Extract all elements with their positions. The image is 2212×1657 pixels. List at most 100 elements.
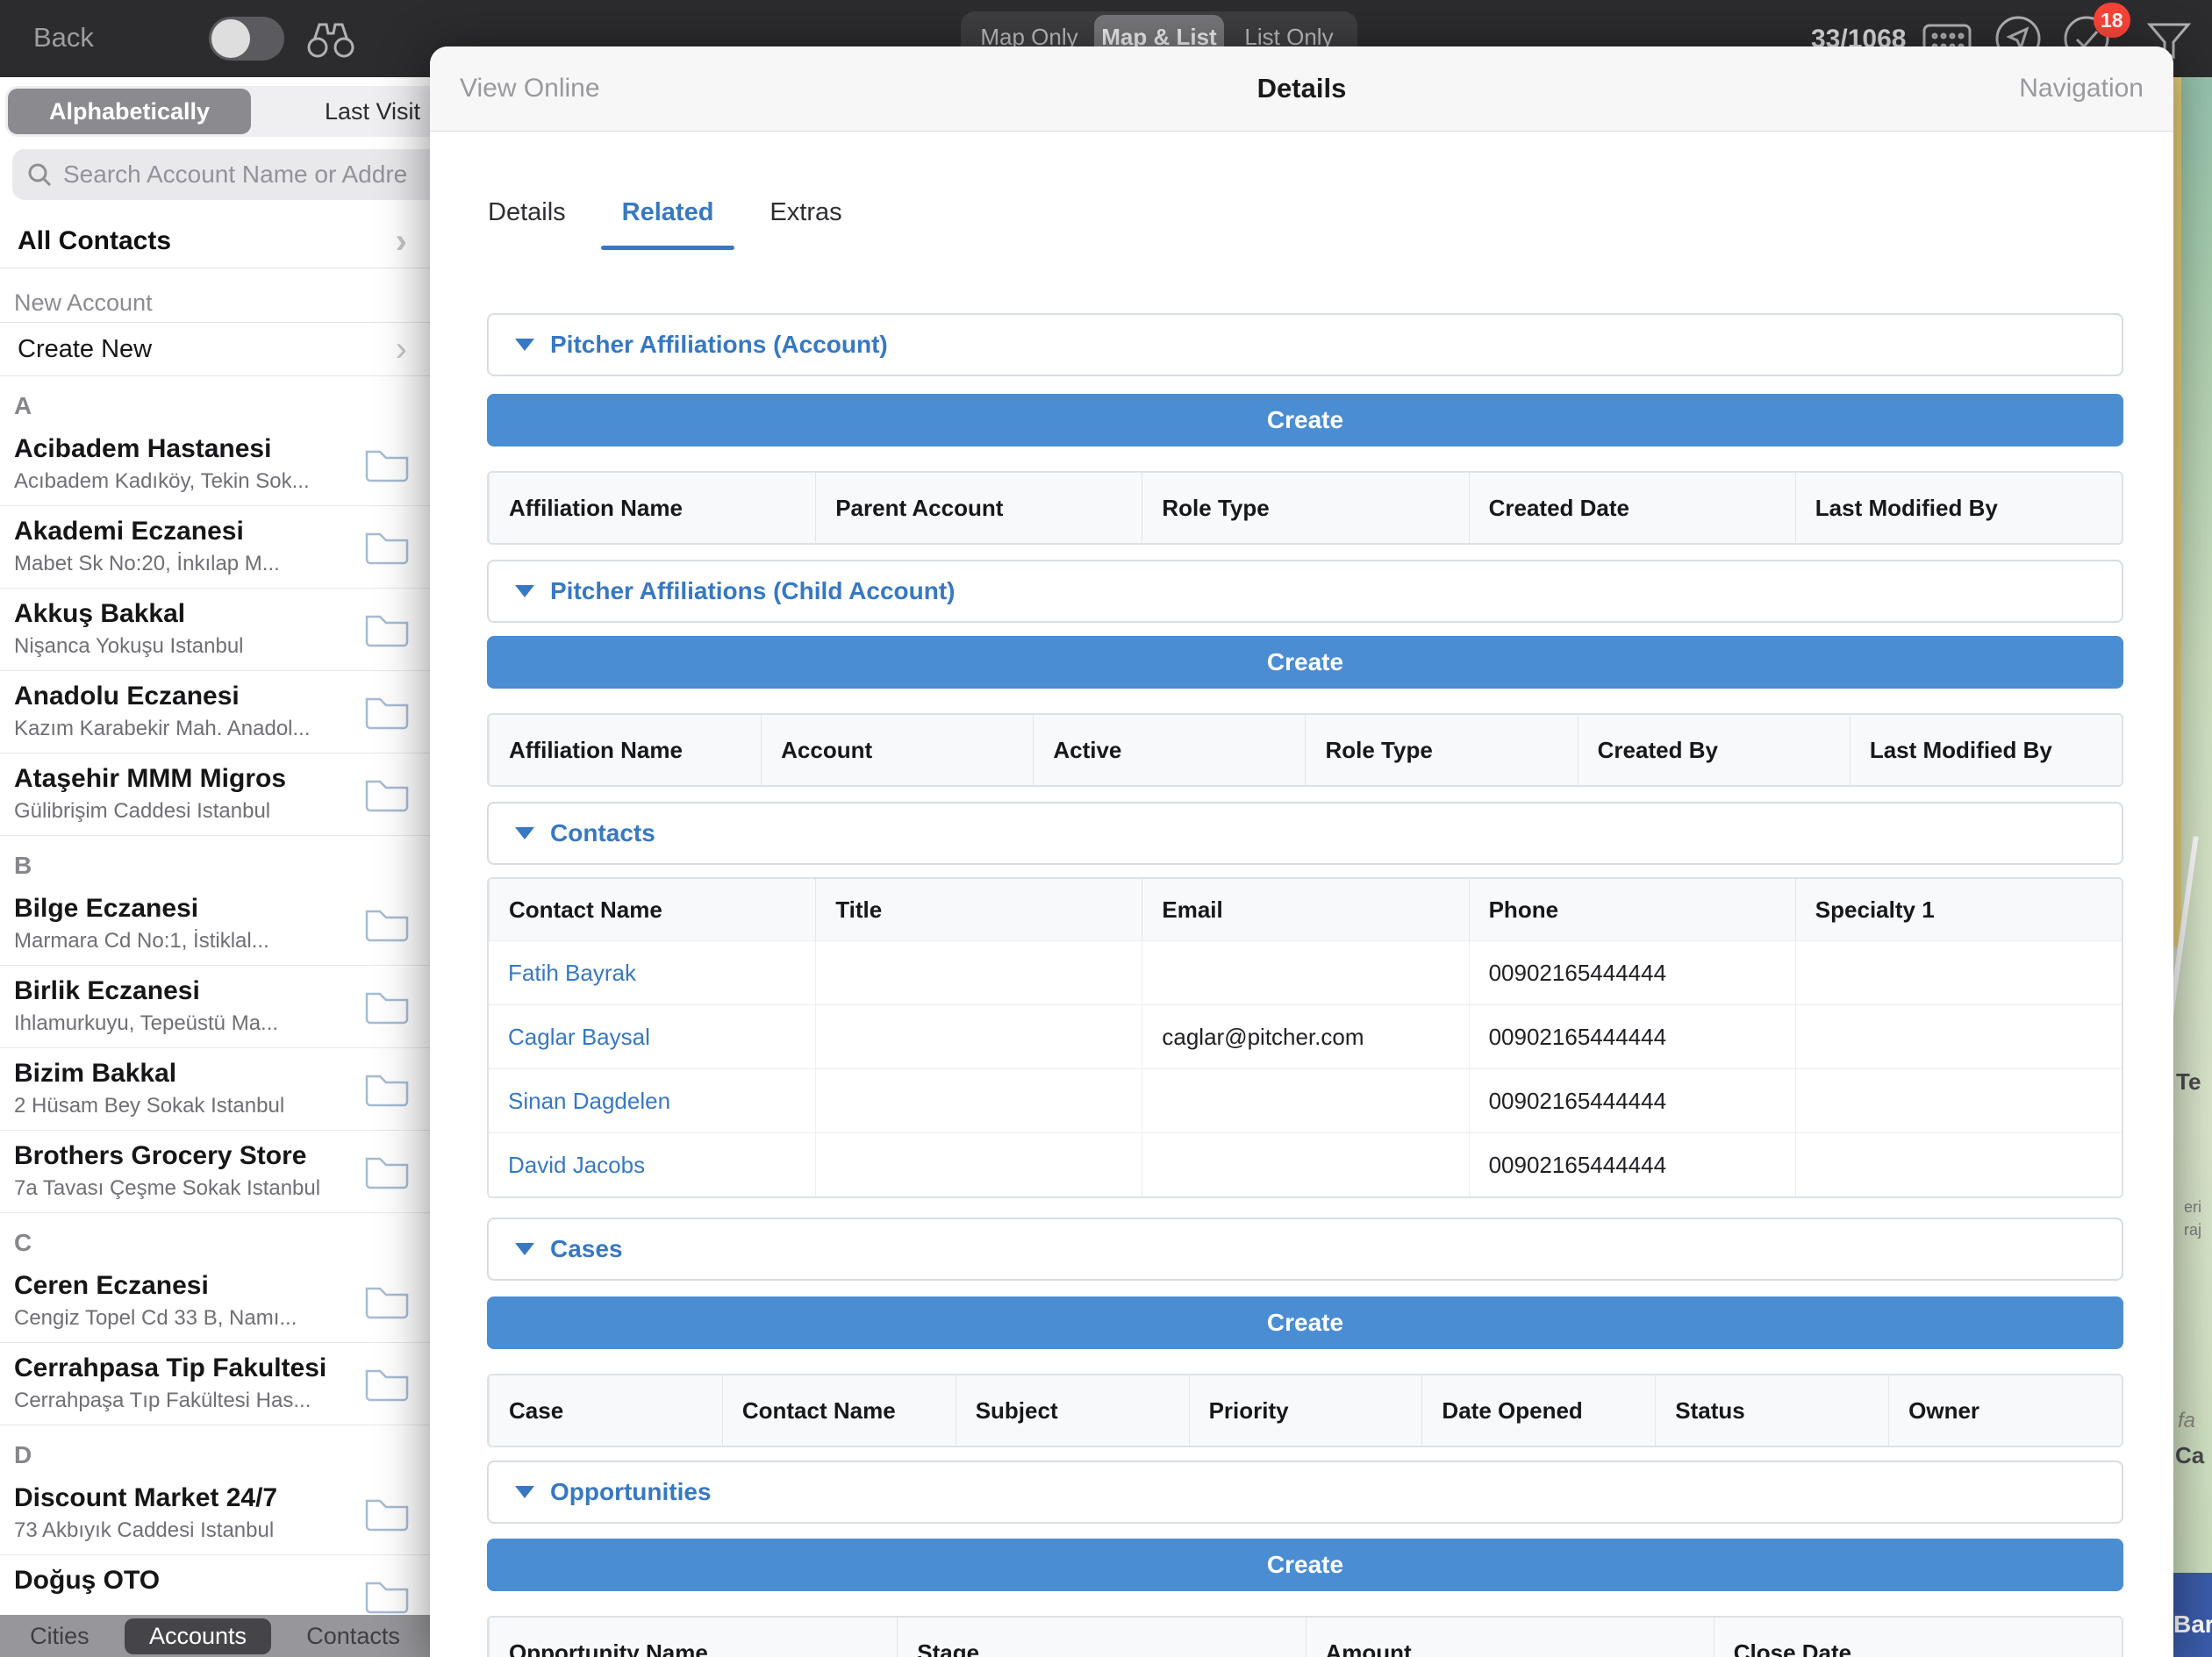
title-cell [815, 1069, 1142, 1132]
contact-table-row[interactable]: Caglar Baysal caglar@pitcher.com 0090216… [489, 1004, 2122, 1068]
column-header: Email [1142, 879, 1468, 940]
column-header: Subject [956, 1375, 1189, 1446]
folder-icon[interactable] [363, 775, 411, 813]
table-header-row: CaseContact NameSubjectPriorityDate Open… [489, 1375, 2122, 1446]
email-cell [1142, 1069, 1468, 1132]
sort-segment[interactable]: Alphabetically [8, 89, 251, 134]
column-header: Affiliation Name [489, 715, 761, 785]
create-affiliation-child-button[interactable]: Create [487, 636, 2123, 689]
collapse-triangle-icon [515, 1486, 534, 1498]
account-list-item[interactable]: Birlik Eczanesi Ihlamurkuyu, Tepeüstü Ma… [0, 966, 430, 1048]
column-header: Owner [1888, 1375, 2122, 1446]
column-header: Role Type [1142, 473, 1468, 543]
folder-icon[interactable] [363, 692, 411, 731]
folder-icon[interactable] [363, 1282, 411, 1320]
bottom-tab[interactable]: Cities [5, 1618, 114, 1654]
binoculars-icon[interactable] [305, 19, 356, 60]
opportunities-table: Opportunity NameStageAmountClose Date [487, 1616, 2123, 1657]
account-list-item[interactable]: Ataşehir MMM Migros Gülibrişim Caddesi I… [0, 754, 430, 836]
phone-cell: 00902165444444 [1469, 1069, 1795, 1132]
account-list-item[interactable]: Acibadem Hastanesi Acıbadem Kadıköy, Tek… [0, 424, 430, 506]
folder-icon[interactable] [363, 987, 411, 1025]
column-header: Active [1033, 715, 1305, 785]
view-online-button[interactable]: View Online [460, 74, 600, 104]
create-case-button[interactable]: Create [487, 1296, 2123, 1349]
sidebar-bottom-tabbar: Cities Accounts Contacts [0, 1615, 430, 1657]
title-cell [815, 1005, 1142, 1068]
folder-icon[interactable] [363, 1576, 411, 1615]
folder-icon[interactable] [363, 904, 411, 943]
contact-name-link[interactable]: Fatih Bayrak [489, 941, 815, 1004]
specialty-cell [1795, 1133, 2122, 1196]
contact-table-row[interactable]: Fatih Bayrak 00902165444444 [489, 940, 2122, 1004]
account-list-item[interactable]: Bilge Eczanesi Marmara Cd No:1, İstiklal… [0, 883, 430, 966]
phone-cell: 00902165444444 [1469, 941, 1795, 1004]
collapse-triangle-icon [515, 585, 534, 597]
column-header: Opportunity Name [489, 1618, 897, 1657]
back-button[interactable]: Back [33, 22, 94, 54]
account-list-section: Bilge Eczanesi Marmara Cd No:1, İstiklal… [0, 883, 430, 1213]
search-bar [12, 149, 430, 200]
section-cases[interactable]: Cases [487, 1218, 2123, 1281]
phone-cell: 00902165444444 [1469, 1133, 1795, 1196]
folder-icon[interactable] [363, 1152, 411, 1190]
create-opportunity-button[interactable]: Create [487, 1539, 2123, 1591]
account-name: Cerrahpasa Tip Fakultesi [14, 1353, 349, 1383]
detail-tabs: DetailsRelatedExtras [430, 184, 2173, 250]
column-header: Amount [1306, 1618, 1714, 1657]
account-list-item[interactable]: Anadolu Eczanesi Kazım Karabekir Mah. An… [0, 671, 430, 754]
contact-table-row[interactable]: David Jacobs 00902165444444 [489, 1132, 2122, 1196]
affiliations-child-table: Affiliation NameAccountActiveRole TypeCr… [487, 713, 2123, 787]
folder-icon[interactable] [363, 445, 411, 483]
navigation-button[interactable]: Navigation [2019, 74, 2144, 104]
column-header: Phone [1469, 879, 1795, 940]
all-contacts-row[interactable]: All Contacts › [0, 214, 430, 268]
detail-tab[interactable]: Details [460, 184, 594, 250]
account-list-item[interactable]: Brothers Grocery Store 7a Tavası Çeşme S… [0, 1131, 430, 1213]
account-address: Ihlamurkuyu, Tepeüstü Ma... [14, 1011, 349, 1036]
cases-table: CaseContact NameSubjectPriorityDate Open… [487, 1374, 2123, 1447]
column-header: Created By [1578, 715, 1850, 785]
account-name: Bizim Bakkal [14, 1059, 349, 1089]
folder-icon[interactable] [363, 610, 411, 648]
account-list-item[interactable]: Ceren Eczanesi Cengiz Topel Cd 33 B, Nam… [0, 1261, 430, 1343]
section-letter: D [0, 1425, 430, 1473]
column-header: Title [815, 879, 1142, 940]
create-new-row[interactable]: Create New › [0, 322, 430, 376]
all-contacts-label: All Contacts [18, 226, 171, 256]
contact-name-link[interactable]: Sinan Dagdelen [489, 1069, 815, 1132]
account-name: Akademi Eczanesi [14, 517, 349, 546]
view-toggle-switch[interactable] [209, 17, 284, 61]
create-affiliation-account-button[interactable]: Create [487, 394, 2123, 446]
account-list-item[interactable]: Akkuş Bakkal Nişanca Yokuşu Istanbul [0, 589, 430, 671]
sort-segment[interactable]: Last Visit [251, 89, 430, 134]
section-letter: C [0, 1213, 430, 1261]
search-input[interactable] [63, 161, 430, 189]
detail-tab[interactable]: Extras [741, 184, 870, 250]
email-cell [1142, 941, 1468, 1004]
contact-name-link[interactable]: Caglar Baysal [489, 1005, 815, 1068]
contact-table-row[interactable]: Sinan Dagdelen 00902165444444 [489, 1068, 2122, 1132]
bottom-tab[interactable]: Accounts [125, 1618, 271, 1654]
bottom-tab[interactable]: Contacts [282, 1618, 425, 1654]
section-contacts[interactable]: Contacts [487, 802, 2123, 865]
account-list-item[interactable]: Discount Market 24/7 73 Akbıyık Caddesi … [0, 1473, 430, 1555]
account-list-item[interactable]: Bizim Bakkal 2 Hüsam Bey Sokak Istanbul [0, 1048, 430, 1131]
detail-tab[interactable]: Related [594, 184, 742, 250]
section-affiliations-account[interactable]: Pitcher Affiliations (Account) [487, 313, 2123, 376]
account-list-item[interactable]: Cerrahpasa Tip Fakultesi Cerrahpaşa Tıp … [0, 1343, 430, 1425]
account-list-item[interactable]: Akademi Eczanesi Mabet Sk No:20, İnkılap… [0, 506, 430, 589]
folder-icon[interactable] [363, 1069, 411, 1108]
folder-icon[interactable] [363, 1494, 411, 1532]
account-address: Mabet Sk No:20, İnkılap M... [14, 552, 349, 576]
contact-name-link[interactable]: David Jacobs [489, 1133, 815, 1196]
section-affiliations-child[interactable]: Pitcher Affiliations (Child Account) [487, 560, 2123, 623]
map-label: Barid [2173, 1611, 2212, 1639]
folder-icon[interactable] [363, 1364, 411, 1403]
section-opportunities[interactable]: Opportunities [487, 1461, 2123, 1524]
account-list-section: Discount Market 24/7 73 Akbıyık Caddesi … [0, 1473, 430, 1638]
specialty-cell [1795, 1005, 2122, 1068]
specialty-cell [1795, 1069, 2122, 1132]
folder-icon[interactable] [363, 527, 411, 566]
modal-title: Details [430, 73, 2173, 104]
